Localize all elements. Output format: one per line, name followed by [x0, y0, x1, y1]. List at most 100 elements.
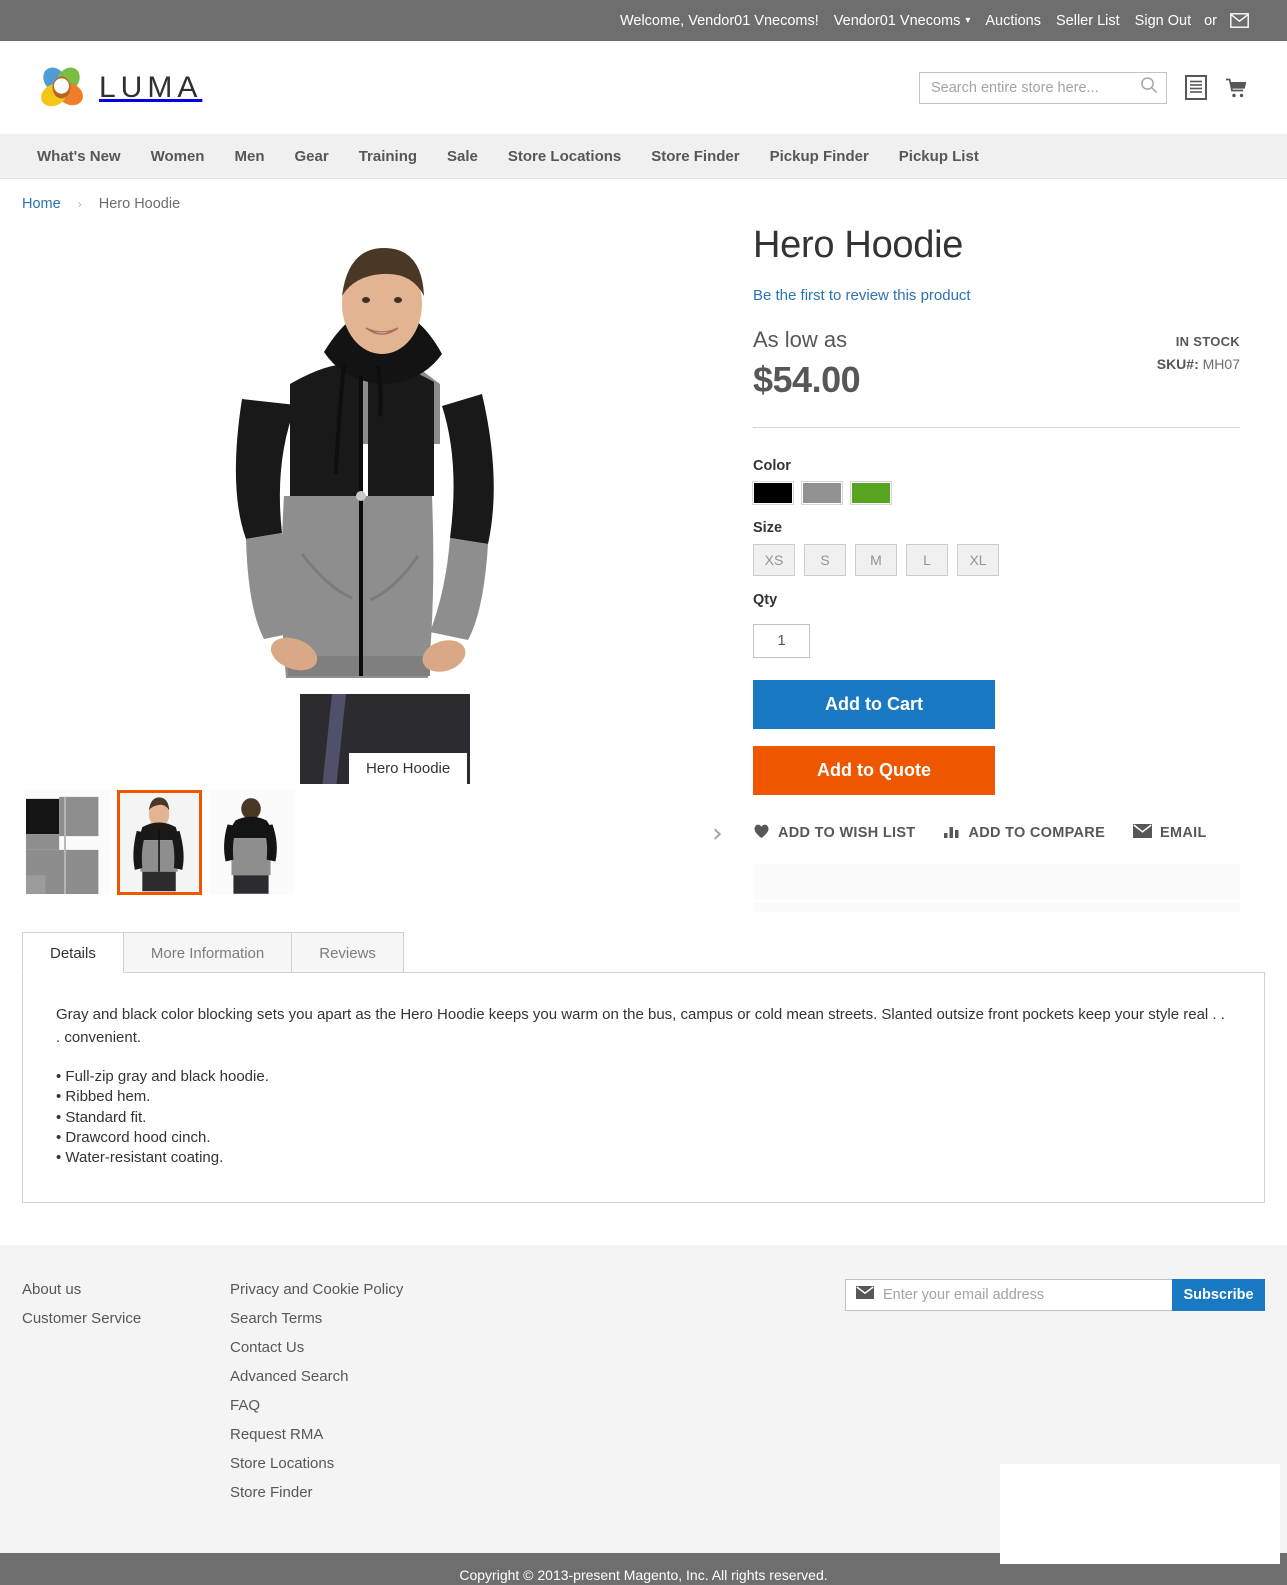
breadcrumb-current: Hero Hoodie: [98, 196, 181, 212]
color-swatch-gray[interactable]: [801, 480, 843, 505]
seller-list-link[interactable]: Seller List: [1056, 13, 1120, 29]
product-gallery: Hero Hoodie ›: [22, 224, 741, 912]
footer-link-about-us[interactable]: About us: [22, 1281, 230, 1298]
nav-item-whats-new[interactable]: What's New: [22, 134, 136, 179]
review-link[interactable]: Be the first to review this product: [753, 287, 971, 304]
breadcrumb-home[interactable]: Home: [22, 196, 61, 212]
product-tabs: Details More Information Reviews Gray an…: [0, 931, 1287, 1204]
newsletter-input-wrap[interactable]: [845, 1279, 1172, 1312]
footer-link-request-rma[interactable]: Request RMA: [230, 1426, 834, 1443]
size-swatch-group: XS S M L XL: [753, 543, 1240, 576]
footer-link-store-finder[interactable]: Store Finder: [230, 1484, 834, 1501]
qty-block: Qty: [753, 592, 1240, 658]
newsletter-email-field[interactable]: [883, 1287, 1172, 1304]
search-input[interactable]: [931, 79, 1140, 96]
email-label: EMAIL: [1160, 824, 1207, 841]
price-block: As low as $54.00: [753, 327, 861, 401]
header-actions: [919, 71, 1249, 104]
quantity-stepper[interactable]: [753, 623, 810, 658]
auctions-link[interactable]: Auctions: [985, 13, 1041, 29]
list-item: Full-zip gray and black hoodie.: [56, 1067, 1231, 1087]
footer-column-1: About us Customer Service: [22, 1281, 230, 1513]
list-item: Ribbed hem.: [56, 1087, 1231, 1107]
tab-reviews[interactable]: Reviews: [291, 931, 404, 973]
product-price: $54.00: [753, 358, 861, 400]
chevron-right-icon: ›: [77, 197, 82, 211]
add-to-cart-button[interactable]: Add to Cart: [753, 679, 995, 729]
size-label: Size: [753, 519, 783, 536]
size-swatch-l[interactable]: L: [906, 543, 948, 576]
account-menu[interactable]: Vendor01 Vnecoms ▾: [834, 13, 971, 29]
subscribe-button[interactable]: Subscribe: [1172, 1279, 1265, 1312]
hero-hoodie-photo: [171, 224, 592, 784]
thumbnail-1[interactable]: [25, 790, 110, 895]
product-description: Gray and black color blocking sets you a…: [56, 1005, 1225, 1046]
footer-link-customer-service[interactable]: Customer Service: [22, 1310, 230, 1327]
bar-chart-icon: [943, 823, 960, 843]
add-to-compare-button[interactable]: ADD TO COMPARE: [943, 823, 1105, 843]
product-info: Hero Hoodie Be the first to review this …: [741, 224, 1265, 912]
footer-column-2: Privacy and Cookie Policy Search Terms C…: [230, 1281, 834, 1513]
add-to-wish-list-label: ADD TO WISH LIST: [778, 824, 916, 841]
email-button[interactable]: EMAIL: [1133, 823, 1207, 842]
heart-icon: [753, 823, 770, 843]
tab-details[interactable]: Details: [22, 931, 124, 973]
nav-item-store-locations[interactable]: Store Locations: [493, 134, 636, 179]
account-menu-label: Vendor01 Vnecoms: [833, 12, 961, 29]
page-title: Hero Hoodie: [753, 224, 964, 266]
add-to-compare-label: ADD TO COMPARE: [968, 824, 1106, 841]
gallery-next-icon[interactable]: ›: [712, 818, 723, 849]
logo-link[interactable]: LUMA: [38, 64, 202, 111]
footer-link-advanced-search[interactable]: Advanced Search: [230, 1368, 834, 1385]
product-action-links: ADD TO WISH LIST ADD TO COMPARE EMAIL: [753, 823, 1240, 843]
nav-item-women[interactable]: Women: [136, 134, 220, 179]
stock-block: IN STOCK SKU#: MH07: [1157, 327, 1240, 372]
status-badge: IN STOCK: [1175, 333, 1240, 349]
envelope-icon: [856, 1286, 874, 1304]
footer-link-privacy-policy[interactable]: Privacy and Cookie Policy: [230, 1281, 834, 1298]
search-box[interactable]: [919, 71, 1167, 104]
thumbnail-3[interactable]: [209, 790, 294, 895]
footer-link-search-terms[interactable]: Search Terms: [230, 1310, 834, 1327]
nav-item-training[interactable]: Training: [344, 134, 432, 179]
add-to-wish-list-button[interactable]: ADD TO WISH LIST: [753, 823, 915, 843]
size-swatch-xl[interactable]: XL: [957, 543, 999, 576]
tab-more-information[interactable]: More Information: [122, 931, 293, 973]
or-text: or: [1204, 12, 1217, 29]
divider: [753, 426, 1240, 428]
quote-list-icon[interactable]: [1183, 74, 1208, 102]
product-feature-list: Full-zip gray and black hoodie. Ribbed h…: [56, 1067, 1231, 1168]
qty-label: Qty: [753, 591, 778, 608]
size-swatch-m[interactable]: M: [855, 543, 897, 576]
nav-item-sale[interactable]: Sale: [432, 134, 493, 179]
color-swatch-group: [752, 480, 1240, 505]
site-header: LUMA: [0, 41, 1287, 134]
nav-item-pickup-list[interactable]: Pickup List: [884, 134, 994, 179]
thumbnail-2[interactable]: [117, 790, 202, 895]
color-swatch-black[interactable]: [752, 480, 794, 505]
nav-item-store-finder[interactable]: Store Finder: [636, 134, 754, 179]
envelope-icon[interactable]: [1230, 13, 1249, 28]
newsletter-form: Subscribe: [845, 1279, 1265, 1312]
tab-strip: Details More Information Reviews: [22, 931, 1265, 973]
sign-out-link[interactable]: Sign Out: [1135, 13, 1191, 29]
thumbnail-3-image: [210, 791, 293, 894]
footer-link-faq[interactable]: FAQ: [230, 1397, 834, 1414]
main-product-image[interactable]: Hero Hoodie: [22, 224, 741, 784]
shopping-cart-icon[interactable]: [1224, 74, 1249, 102]
add-to-quote-button[interactable]: Add to Quote: [753, 745, 995, 795]
color-swatch-green[interactable]: [850, 480, 892, 505]
size-swatch-xs[interactable]: XS: [753, 543, 795, 576]
nav-item-pickup-finder[interactable]: Pickup Finder: [755, 134, 884, 179]
size-swatch-s[interactable]: S: [804, 543, 846, 576]
search-icon[interactable]: [1140, 76, 1158, 99]
sku-value: MH07: [1202, 355, 1240, 372]
list-item: Standard fit.: [56, 1108, 1231, 1128]
list-item: Drawcord hood cinch.: [56, 1128, 1231, 1148]
footer-link-contact-us[interactable]: Contact Us: [230, 1339, 834, 1356]
thumbnail-2-image: [120, 793, 199, 892]
nav-item-gear[interactable]: Gear: [279, 134, 343, 179]
nav-item-men[interactable]: Men: [219, 134, 279, 179]
logo-text: LUMA: [99, 70, 203, 104]
footer-link-store-locations[interactable]: Store Locations: [230, 1455, 834, 1472]
